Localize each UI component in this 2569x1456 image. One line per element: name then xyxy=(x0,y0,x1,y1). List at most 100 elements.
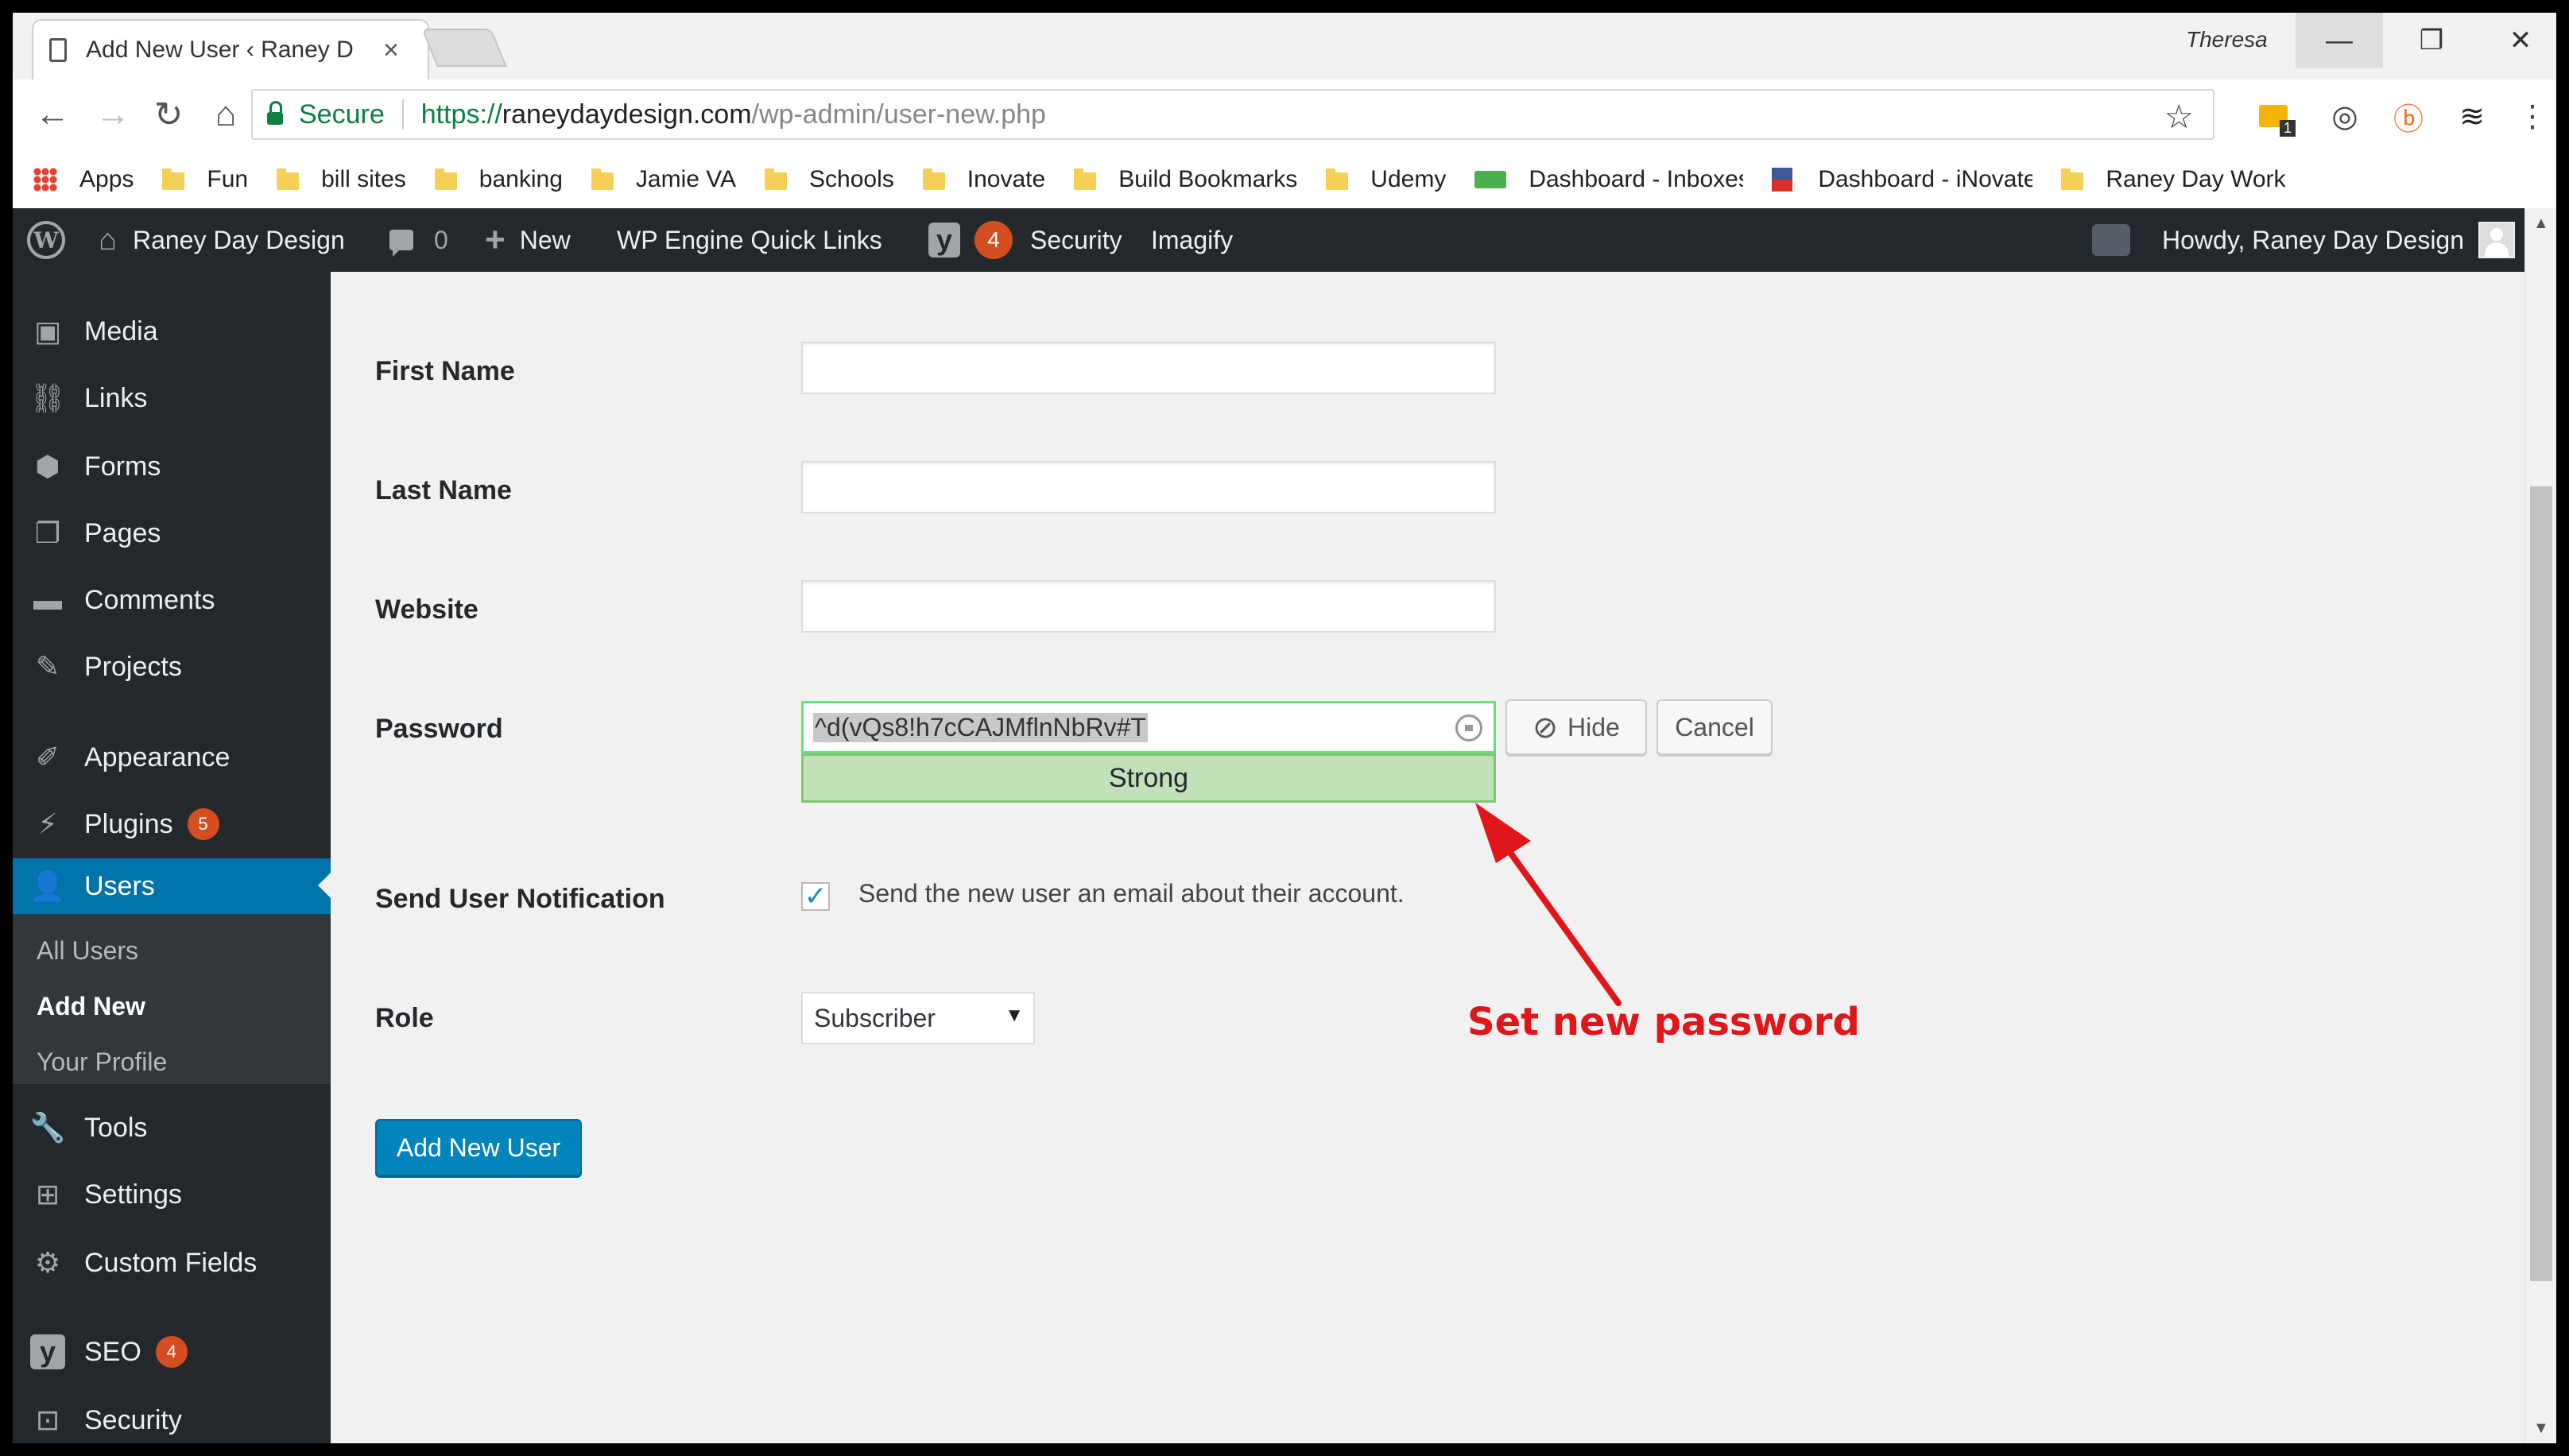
menu-links[interactable]: ⛓ Links xyxy=(13,370,331,426)
bookmark-star-icon[interactable]: ☆ xyxy=(2164,97,2194,136)
bookmark-apps[interactable]: Apps xyxy=(33,166,134,193)
website-input[interactable] xyxy=(801,580,1496,633)
wp-logo-menu[interactable]: W xyxy=(27,208,65,272)
submenu-add-new[interactable]: Add New xyxy=(37,992,145,1021)
bookmark-banking[interactable]: banking xyxy=(434,166,563,193)
back-button[interactable]: ← xyxy=(30,92,75,137)
send-notification-checkbox[interactable]: ✓ xyxy=(801,881,830,912)
menu-label: Plugins xyxy=(84,808,173,839)
submenu-all-users[interactable]: All Users xyxy=(37,936,138,966)
browser-tab[interactable]: Add New User ‹ Raney D × xyxy=(32,19,429,79)
profile-name[interactable]: Theresa xyxy=(2186,27,2268,52)
menu-forms[interactable]: ⬢ Forms xyxy=(13,439,331,494)
extension-icon-swirl[interactable]: ◎ xyxy=(2326,97,2364,135)
bookmark-label: banking xyxy=(479,166,563,192)
new-content-menu[interactable]: + New xyxy=(485,208,571,272)
menu-label: Pages xyxy=(84,517,161,548)
minimize-button[interactable]: — xyxy=(2296,13,2383,68)
url-path: /wp-admin/user-new.php xyxy=(751,99,1046,130)
bookmark-raney-day-work[interactable]: Raney Day Work xyxy=(2061,166,2286,193)
menu-comments[interactable]: ▬ Comments xyxy=(13,572,331,628)
role-value: Subscriber xyxy=(814,1003,936,1032)
home-icon: ⌂ xyxy=(99,223,117,257)
menu-custom-fields[interactable]: ⚙ Custom Fields xyxy=(13,1235,331,1291)
close-tab-icon[interactable]: × xyxy=(383,35,399,66)
bookmark-jamie-va[interactable]: Jamie VA xyxy=(591,166,736,193)
home-button[interactable]: ⌂ xyxy=(203,92,248,137)
menu-appearance[interactable]: ✐ Appearance xyxy=(13,730,331,785)
hide-label: Hide xyxy=(1567,712,1620,742)
folder-icon xyxy=(2061,168,2084,190)
extension-icon-b[interactable]: ⓑ xyxy=(2389,97,2428,137)
layers-icon[interactable]: ≋ xyxy=(2453,97,2491,135)
menu-pages[interactable]: ❐ Pages xyxy=(13,505,331,561)
folder-icon xyxy=(922,168,945,190)
forward-button[interactable]: → xyxy=(91,92,135,137)
yoast-menu[interactable]: y 4 xyxy=(928,208,1013,272)
menu-media[interactable]: ▣ Media xyxy=(13,304,331,359)
last-name-input[interactable] xyxy=(801,461,1496,513)
scroll-up-arrow-icon[interactable]: ▲ xyxy=(2533,215,2549,233)
scroll-down-arrow-icon[interactable]: ▼ xyxy=(2533,1419,2549,1438)
menu-users[interactable]: 👤 Users xyxy=(13,858,331,914)
bookmark-dashboard-inovate[interactable]: Dashboard - iNovate xyxy=(1772,166,2032,193)
menu-plugins[interactable]: ⚡ Plugins 5 xyxy=(13,796,331,852)
extension-icon-mail[interactable]: 1 xyxy=(2254,97,2296,137)
media-icon: ▣ xyxy=(33,315,61,347)
menu-security[interactable]: ⊡ Security xyxy=(13,1392,331,1443)
add-new-user-button[interactable]: Add New User xyxy=(375,1119,582,1176)
role-select[interactable]: Subscriber ▼ xyxy=(801,992,1035,1044)
menu-tools[interactable]: 🔧 Tools xyxy=(13,1100,331,1156)
secure-label: Secure xyxy=(299,99,385,130)
cancel-password-button[interactable]: Cancel xyxy=(1656,699,1773,755)
send-notification-text[interactable]: Send the new user an email about their a… xyxy=(858,879,1405,908)
bookmark-label: Apps xyxy=(79,166,134,192)
scroll-thumb[interactable] xyxy=(2530,486,2552,1281)
flag-site-icon xyxy=(1772,168,1793,192)
website-label: Website xyxy=(375,594,479,625)
menu-label: Projects xyxy=(84,651,182,682)
password-manager-icon[interactable] xyxy=(1455,714,1482,742)
security-menu[interactable]: Security xyxy=(1030,208,1122,272)
bookmark-dashboard-inboxes[interactable]: Dashboard - Inboxes xyxy=(1474,166,1743,193)
menu-projects[interactable]: ✎ Projects xyxy=(13,639,331,695)
site-name-link[interactable]: ⌂ Raney Day Design xyxy=(99,208,345,272)
first-name-input[interactable] xyxy=(801,342,1496,394)
bookmark-label: Dashboard - Inboxes xyxy=(1529,166,1744,192)
apps-icon xyxy=(33,168,57,192)
bookmark-inovate[interactable]: Inovate xyxy=(922,166,1045,193)
last-name-label: Last Name xyxy=(375,475,512,505)
wrench-icon: 🔧 xyxy=(29,1111,66,1144)
pages-icon: ❐ xyxy=(34,517,61,549)
my-account-menu[interactable]: Howdy, Raney Day Design xyxy=(2162,208,2516,272)
notifications-menu[interactable] xyxy=(2092,208,2130,272)
close-window-button[interactable]: ✕ xyxy=(2477,13,2556,68)
reload-button[interactable]: ↻ xyxy=(146,92,191,137)
submenu-your-profile[interactable]: Your Profile xyxy=(37,1047,167,1077)
browser-toolbar: ← → ↻ ⌂ Secure https:// raneydaydesign.c… xyxy=(13,79,2556,152)
bookmark-bill-sites[interactable]: bill sites xyxy=(277,166,406,193)
wpengine-quick-links[interactable]: WP Engine Quick Links xyxy=(617,208,882,272)
password-input[interactable]: ^d(vQs8!h7cCAJMflnNbRv#T xyxy=(801,701,1496,753)
comments-link[interactable]: 0 xyxy=(389,208,448,272)
bookmark-udemy[interactable]: Udemy xyxy=(1326,166,1446,193)
bookmark-schools[interactable]: Schools xyxy=(765,166,894,193)
maximize-button[interactable]: ❐ xyxy=(2388,13,2475,68)
bookmark-label: Dashboard - iNovate xyxy=(1818,166,2033,192)
menu-settings[interactable]: ⊞ Settings xyxy=(13,1167,331,1222)
imagify-menu[interactable]: Imagify xyxy=(1151,208,1233,272)
new-tab-button[interactable] xyxy=(421,29,507,67)
hide-password-button[interactable]: ⊘ Hide xyxy=(1505,699,1647,755)
security-icon: ⊡ xyxy=(35,1404,60,1436)
page-scrollbar[interactable]: ▲ ▼ xyxy=(2524,208,2556,1443)
yoast-icon: y xyxy=(30,1334,65,1369)
bookmark-fun[interactable]: Fun xyxy=(162,166,248,193)
bookmark-label: bill sites xyxy=(321,166,406,192)
address-bar[interactable]: Secure https:// raneydaydesign.com /wp-a… xyxy=(251,89,2214,140)
chrome-menu-icon[interactable]: ⋮ xyxy=(2513,97,2552,135)
menu-seo[interactable]: y SEO 4 xyxy=(13,1324,331,1380)
wpengine-label: WP Engine Quick Links xyxy=(617,225,882,254)
extension-badge: 1 xyxy=(2279,120,2296,137)
bookmark-build-bookmarks[interactable]: Build Bookmarks xyxy=(1074,166,1297,193)
brush-icon: ✐ xyxy=(35,741,60,773)
